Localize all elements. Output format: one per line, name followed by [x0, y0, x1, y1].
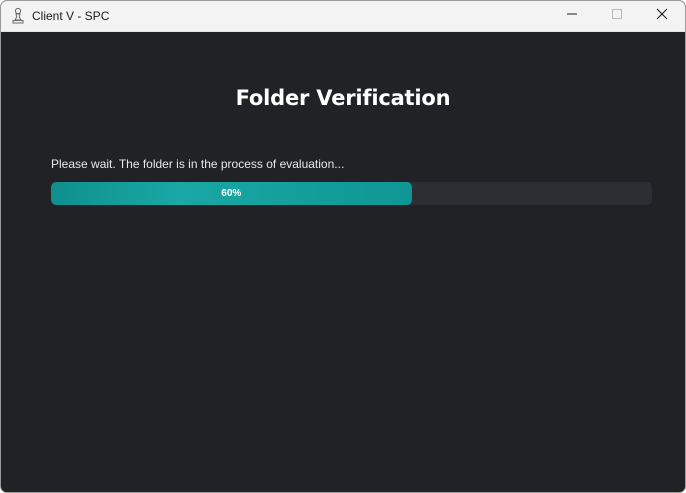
- title-bar[interactable]: Client V - SPC: [1, 1, 685, 32]
- maximize-icon: [611, 7, 623, 25]
- minimize-icon: [566, 7, 578, 25]
- progress-bar: 60%: [51, 182, 652, 205]
- window-title: Client V - SPC: [32, 9, 110, 23]
- status-text: Please wait. The folder is in the proces…: [51, 157, 345, 171]
- main-content: Folder Verification Please wait. The fol…: [1, 32, 685, 492]
- maximize-button[interactable]: [594, 1, 640, 31]
- page-title: Folder Verification: [235, 86, 451, 110]
- close-icon: [656, 7, 668, 25]
- progress-percentage: 60%: [221, 188, 242, 199]
- close-button[interactable]: [639, 1, 685, 31]
- app-window: Client V - SPC Folder Verification Pleas…: [0, 0, 686, 493]
- pawn-icon: [10, 7, 26, 25]
- minimize-button[interactable]: [549, 1, 595, 31]
